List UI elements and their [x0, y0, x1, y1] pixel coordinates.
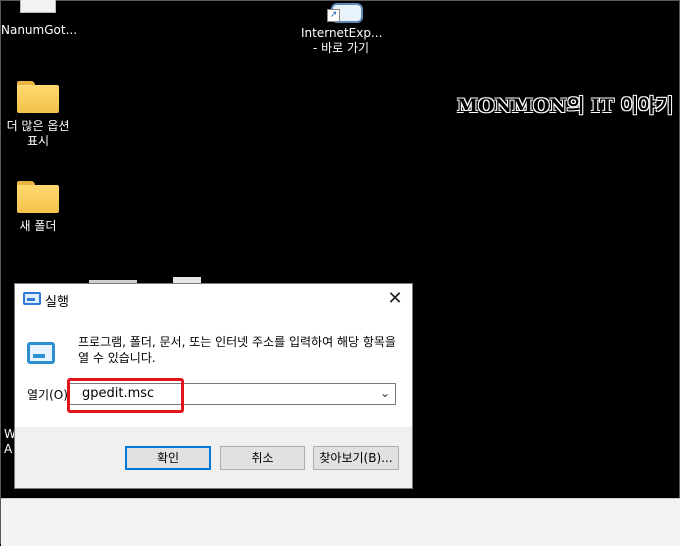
desktop-icon-label: 표시: [26, 134, 50, 148]
desktop-icon-nanumgothic[interactable]: NanumGot...: [1, 0, 78, 38]
desktop-icon-label: NanumGot...: [1, 23, 78, 37]
partial-desktop-text: A: [4, 442, 13, 456]
desktop-icon-label: InternetExp...: [301, 26, 383, 40]
close-button[interactable]: ✕: [384, 288, 406, 310]
shortcut-arrow-icon: ↗: [327, 9, 340, 22]
dialog-title: 실행: [45, 295, 69, 310]
red-highlight-box: [67, 378, 184, 413]
desktop-icon-label: 새 폴더: [19, 219, 57, 233]
dialog-description: 프로그램, 폴더, 문서, 또는 인터넷 주소를 입력하여 해당 항목을 열 수…: [78, 335, 396, 365]
desktop-icon-internet-explorer[interactable]: ↗ InternetExp... - 바로 가기: [301, 1, 383, 56]
cancel-button[interactable]: 취소: [220, 446, 305, 470]
ok-button[interactable]: 확인: [125, 446, 211, 470]
open-label: 열기(O):: [27, 388, 72, 402]
run-app-icon: [23, 292, 41, 305]
folder-icon: [17, 181, 59, 213]
folder-icon: [17, 81, 59, 113]
blog-watermark-text: MONMON의 IT 이야기: [457, 95, 674, 117]
browse-button[interactable]: 찾아보기(B)...: [313, 446, 399, 470]
run-icon: [27, 342, 55, 364]
internet-explorer-shortcut-icon: ↗: [321, 1, 363, 23]
desktop-icon-label: - 바로 가기: [312, 41, 370, 55]
desktop-icon-more-options-folder[interactable]: 더 많은 옵션 표시: [1, 81, 75, 149]
dialog-content: 프로그램, 폴더, 문서, 또는 인터넷 주소를 입력하여 해당 항목을 열 수…: [15, 314, 412, 427]
desktop-icon-label: 더 많은 옵션: [6, 119, 70, 133]
desktop-icon-new-folder[interactable]: 새 폴더: [1, 181, 75, 234]
dialog-titlebar[interactable]: 실행 ✕: [15, 284, 412, 314]
taskbar[interactable]: [1, 498, 680, 546]
chevron-down-icon[interactable]: ⌄: [380, 386, 390, 400]
run-dialog: 실행 ✕ 프로그램, 폴더, 문서, 또는 인터넷 주소를 입력하여 해당 항목…: [14, 283, 413, 489]
font-file-icon: [20, 0, 56, 13]
